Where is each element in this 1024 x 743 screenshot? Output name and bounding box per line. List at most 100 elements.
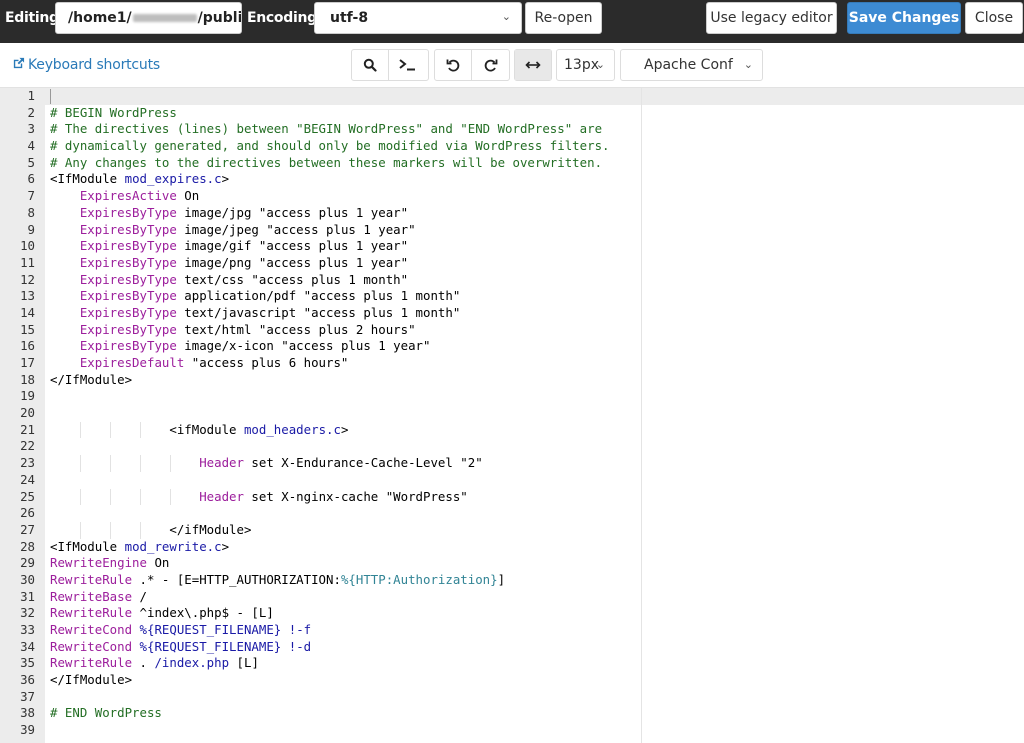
redo-icon — [484, 59, 497, 72]
code-line[interactable]: 30 RewriteRule .* - [E=HTTP_AUTHORIZATION… — [0, 572, 610, 589]
line-content: <IfModule mod_expires.c> — [50, 171, 229, 186]
indent-guide — [169, 488, 171, 506]
use-legacy-editor-button[interactable]: Use legacy editor — [706, 2, 837, 34]
code-line[interactable]: 24 — [0, 472, 610, 489]
search-button[interactable] — [352, 50, 389, 80]
code-editor[interactable]: 1 2 # BEGIN WordPress 3 # The directives (li… — [0, 88, 1024, 743]
reopen-button[interactable]: Re-open — [525, 2, 602, 34]
code-line[interactable]: 14 ExpiresByType text/javascript "access… — [0, 305, 610, 322]
code-line[interactable]: 37 — [0, 689, 610, 706]
code-line[interactable]: 29 RewriteEngine On — [0, 555, 610, 572]
line-number: 2 — [27, 104, 35, 120]
indent-guide — [109, 521, 111, 539]
code-line[interactable]: 16 ExpiresByType image/x-icon "access pl… — [0, 338, 610, 355]
code-line[interactable]: 15 ExpiresByType text/html "access plus … — [0, 322, 610, 339]
font-size-select[interactable]: 13px ⌄ — [556, 49, 615, 81]
code-token: set X-Endurance-Cache-Level "2" — [243, 455, 483, 471]
code-line[interactable]: 2 # BEGIN WordPress — [0, 105, 610, 122]
code-line[interactable]: 1 — [0, 88, 610, 105]
code-line[interactable]: 10 ExpiresByType image/gif "access plus … — [0, 238, 610, 255]
terminal-icon — [398, 59, 415, 71]
code-line[interactable]: 11 ExpiresByType image/png "access plus … — [0, 255, 610, 272]
code-line[interactable]: 22 — [0, 438, 610, 455]
code-token: # The directives (lines) between "BEGIN … — [50, 121, 603, 137]
line-content: # The directives (lines) between "BEGIN … — [50, 121, 602, 136]
code-token: ExpiresDefault — [79, 355, 185, 370]
code-line[interactable]: 3 # The directives (lines) between "BEGIN… — [0, 121, 610, 138]
line-number: 4 — [27, 138, 35, 154]
code-line[interactable]: 6 <IfModule mod_expires.c> — [0, 171, 610, 188]
line-number: 37 — [20, 688, 35, 704]
code-line[interactable]: 12 ExpiresByType text/css "access plus 1… — [0, 272, 610, 289]
code-line[interactable]: 33 RewriteCond %{REQUEST_FILENAME} !-f — [0, 622, 610, 639]
code-token: # dynamically generated, and should only… — [50, 138, 610, 154]
line-content: ExpiresByType application/pdf "access pl… — [50, 288, 460, 303]
code-token: On — [146, 555, 170, 571]
code-line[interactable]: 4 # dynamically generated, and should onl… — [0, 138, 610, 155]
code-line[interactable]: 21 <ifModule mod_headers.c> — [0, 421, 610, 439]
code-line[interactable]: 34 RewriteCond %{REQUEST_FILENAME} !-d — [0, 639, 610, 656]
encoding-select[interactable]: utf-8 ⌄ — [314, 2, 522, 34]
code-line[interactable]: 26 — [0, 505, 610, 522]
code-line[interactable]: 18 </IfModule> — [0, 372, 610, 389]
code-line[interactable]: 36 </IfModule> — [0, 672, 610, 689]
line-number: 34 — [20, 638, 35, 654]
code-line[interactable]: 19 — [0, 388, 610, 405]
redo-button[interactable] — [472, 50, 509, 80]
code-line[interactable]: 39 — [0, 722, 610, 739]
code-line[interactable]: 25 Header set X-nginx-cache "WordPress" — [0, 488, 610, 506]
code-token: ExpiresByType — [79, 271, 177, 287]
code-line[interactable]: 9 ExpiresByType image/jpeg "access plus … — [0, 222, 610, 239]
code-line[interactable]: 32 RewriteRule ^index\.php$ - [L] — [0, 605, 610, 622]
keyboard-shortcuts-link[interactable]: Keyboard shortcuts — [12, 57, 160, 73]
line-number: 12 — [20, 271, 35, 287]
line-number: 29 — [20, 555, 35, 571]
save-changes-button[interactable]: Save Changes — [847, 2, 961, 34]
undo-icon — [446, 59, 460, 72]
code-token: mod_headers.c — [243, 421, 341, 437]
close-button[interactable]: Close — [965, 2, 1023, 34]
command-line-button[interactable] — [389, 50, 426, 80]
encoding-label: Encoding: — [247, 10, 323, 26]
code-line[interactable]: 28 <IfModule mod_rewrite.c> — [0, 539, 610, 556]
chevron-down-icon: ⌄ — [501, 10, 511, 23]
code-lines[interactable]: 1 2 # BEGIN WordPress 3 # The directives (li… — [0, 88, 610, 739]
code-line[interactable]: 31 RewriteBase / — [0, 589, 610, 606]
code-line[interactable]: 7 ExpiresActive On — [0, 188, 610, 205]
indent-guide — [109, 488, 111, 506]
code-token: RewriteRule — [50, 571, 133, 587]
code-line[interactable]: 27 </ifModule> — [0, 521, 610, 539]
code-token: Header — [199, 455, 244, 471]
code-token: > — [340, 421, 349, 437]
code-line[interactable]: 5 # Any changes to the directives between… — [0, 155, 610, 172]
code-token: image/jpg "access plus 1 year" — [176, 204, 409, 220]
code-token: RewriteCond — [50, 638, 133, 654]
line-content: # END WordPress — [50, 705, 162, 720]
search-terminal-group — [351, 49, 429, 81]
code-line[interactable]: 17 ExpiresDefault "access plus 6 hours" — [0, 355, 610, 372]
file-path-field[interactable]: /home1/ /publi — [55, 2, 242, 34]
code-line[interactable]: 35 RewriteRule . /index.php [L] — [0, 655, 610, 672]
code-line[interactable]: 8 ExpiresByType image/jpg "access plus 1… — [0, 205, 610, 222]
code-line[interactable]: 38 # END WordPress — [0, 705, 610, 722]
line-number: 3 — [27, 121, 35, 137]
line-number: 33 — [20, 622, 35, 637]
word-wrap-toggle[interactable] — [515, 50, 551, 80]
line-content: Header set X-Endurance-Cache-Level "2" — [50, 455, 483, 471]
code-token: RewriteCond — [50, 622, 133, 637]
undo-button[interactable] — [435, 50, 472, 80]
code-line[interactable]: 23 Header set X-Endurance-Cache-Level "2… — [0, 455, 610, 472]
line-number: 14 — [20, 304, 35, 320]
code-line[interactable]: 13 ExpiresByType application/pdf "access… — [0, 288, 610, 305]
code-line[interactable]: 20 — [0, 405, 610, 422]
line-content: ExpiresByType image/x-icon "access plus … — [50, 338, 431, 353]
syntax-mode-select[interactable]: Apache Conf ⌄ — [620, 49, 763, 81]
line-number: 19 — [20, 388, 35, 404]
line-number: 28 — [20, 538, 35, 554]
